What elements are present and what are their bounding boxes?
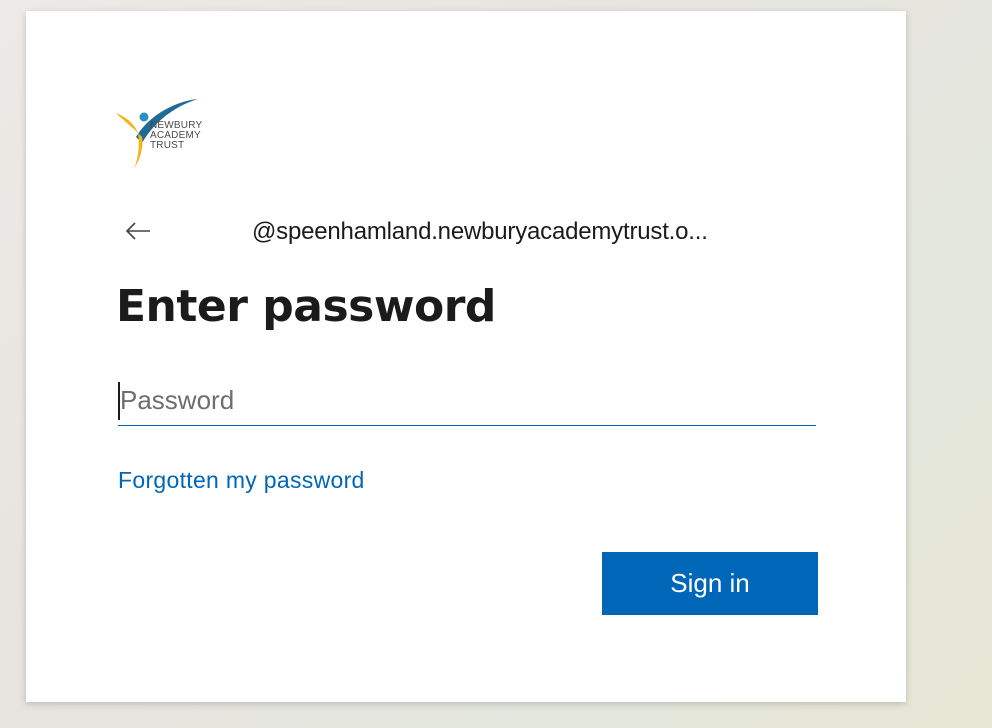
sign-in-card: NEWBURY ACADEMY TRUST @speenhamland.newb… bbox=[26, 11, 906, 702]
page-title: Enter password bbox=[116, 281, 496, 332]
arrow-left-icon bbox=[125, 222, 150, 240]
identity-row: @speenhamland.newburyacademytrust.o... bbox=[122, 213, 822, 249]
identity-email: @speenhamland.newburyacademytrust.o... bbox=[252, 218, 708, 245]
password-input[interactable] bbox=[118, 376, 816, 426]
sign-in-button[interactable]: Sign in bbox=[602, 552, 818, 615]
logo-text: NEWBURY ACADEMY TRUST bbox=[150, 121, 202, 151]
forgot-password-link[interactable]: Forgotten my password bbox=[118, 467, 365, 494]
text-caret bbox=[118, 382, 120, 420]
back-button[interactable] bbox=[122, 215, 154, 247]
newbury-academy-trust-logo: NEWBURY ACADEMY TRUST bbox=[114, 97, 244, 177]
logo-line-3: TRUST bbox=[150, 140, 185, 151]
